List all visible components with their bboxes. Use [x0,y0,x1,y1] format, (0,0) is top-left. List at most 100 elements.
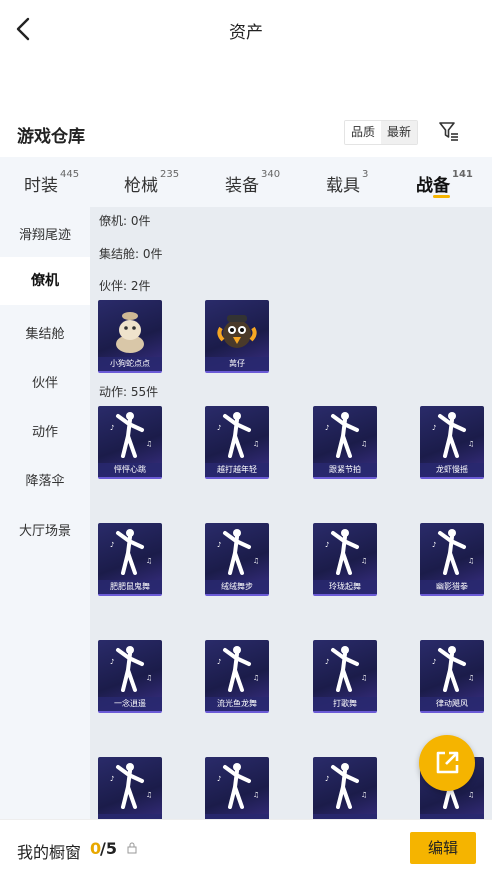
emote-card[interactable]: ♪♫ [313,757,377,819]
sidebar-item-pod[interactable]: 集结舱 [0,323,90,342]
section-label-wingman: 僚机: 0件 [99,214,151,228]
page-title: 资产 [229,23,263,43]
section-label-partner: 伙伴: 2件 [99,279,151,293]
dancer-figure-icon: ♪♫ [110,763,152,809]
sidebar-item-parachute[interactable]: 降落伞 [0,470,90,489]
showcase-bar: 我的橱窗 0 /5 编辑 [0,819,492,876]
showcase-title: 我的橱窗 [17,843,82,862]
dancer-figure-icon: ♪♫ [325,529,367,575]
top-bar: 资产 [0,0,492,58]
dancer-figure-icon: ♪♫ [325,646,367,692]
card-caption: 龙虾慢摇 [420,463,484,477]
svg-text:♪: ♪ [217,424,221,432]
svg-text:♫: ♫ [253,440,259,448]
card-caption: 律动飓风 [420,697,484,711]
svg-text:♪: ♪ [110,775,114,783]
emote-card[interactable]: ♪♫ [205,757,269,819]
filter-icon[interactable] [438,120,460,142]
emote-card[interactable]: ♪ ♫ 越打越年轻 [205,406,269,479]
category-tabs: 时装445 枪械235 装备340 载具3 战备141 [0,157,492,207]
sidebar-item-partner[interactable]: 伙伴 [0,372,90,391]
svg-text:♫: ♫ [361,440,367,448]
sidebar: 滑翔尾迹 僚机 集结舱 伙伴 动作 降落伞 大厅场景 [0,207,90,819]
dancer-figure-icon: ♪♫ [432,529,474,575]
svg-text:♪: ♪ [217,775,221,783]
svg-text:♫: ♫ [253,674,259,682]
svg-text:♪: ♪ [110,541,114,549]
card-caption: 肥肥鼠鬼舞 [98,580,162,594]
svg-text:♫: ♫ [146,440,152,448]
dancer-figure-icon: ♪♫ [110,412,152,458]
showcase-count-total: /5 [100,839,117,858]
svg-text:♫: ♫ [253,557,259,565]
tab-equipment[interactable]: 装备340 [225,169,280,196]
dancer-figure-icon: ♪♫ [217,412,259,458]
partner-card[interactable]: 莴仔 [205,300,269,373]
emote-card[interactable]: ♪ ♫ 玲珑起舞 [313,523,377,596]
svg-text:♫: ♫ [468,440,474,448]
svg-text:♫: ♫ [146,674,152,682]
svg-text:♫: ♫ [361,557,367,565]
dancer-figure-icon: ♪♫ [110,529,152,575]
svg-text:♪: ♪ [217,541,221,549]
dancer-figure-icon: ♪♫ [217,529,259,575]
sidebar-item-lobby-scene[interactable]: 大厅场景 [0,520,90,539]
emote-card[interactable]: ♪ ♫ 怦怦心跳 [98,406,162,479]
dancer-figure-icon: ♪♫ [432,412,474,458]
emote-card[interactable]: ♪ ♫ 打歌舞 [313,640,377,713]
svg-text:♫: ♫ [468,557,474,565]
dancer-figure-icon: ♪♫ [217,763,259,809]
emote-card[interactable]: ♪ ♫ 肥肥鼠鬼舞 [98,523,162,596]
dancer-figure-icon: ♪♫ [325,412,367,458]
svg-text:♪: ♪ [432,658,436,666]
partner-chick-icon [217,315,257,348]
edit-button[interactable]: 编辑 [410,832,476,864]
card-caption: 莴仔 [205,357,269,371]
sort-latest-button[interactable]: 最新 [381,121,418,144]
svg-text:♫: ♫ [253,791,259,799]
sidebar-item-glide-trail[interactable]: 滑翔尾迹 [0,224,90,243]
tab-weapons[interactable]: 枪械235 [124,169,179,196]
lock-icon [127,842,137,854]
svg-text:♪: ♪ [325,775,329,783]
svg-text:♪: ♪ [110,658,114,666]
svg-text:♫: ♫ [146,557,152,565]
partner-card[interactable]: 小狗蛇点点 [98,300,162,373]
active-tab-indicator [433,195,450,198]
partner-doll-icon [116,312,144,353]
tab-tactical[interactable]: 战备141 [416,169,473,196]
emote-card[interactable]: ♪ ♫ 幽影猎拳 [420,523,484,596]
emote-card[interactable]: ♪ ♫ 绒绒舞步 [205,523,269,596]
card-caption: 玲珑起舞 [313,580,377,594]
svg-text:♪: ♪ [432,424,436,432]
svg-text:♪: ♪ [325,541,329,549]
svg-text:♪: ♪ [110,424,114,432]
svg-text:♪: ♪ [325,658,329,666]
tab-vehicles[interactable]: 载具3 [326,169,368,196]
svg-text:♫: ♫ [361,791,367,799]
share-external-icon [436,751,459,774]
dancer-figure-icon: ♪♫ [110,646,152,692]
emote-card[interactable]: ♪ ♫ 跟紧节拍 [313,406,377,479]
warehouse-header: 游戏仓库 品质 最新 [0,115,492,151]
emote-card[interactable]: ♪ ♫ 流光鱼龙舞 [205,640,269,713]
emote-card[interactable]: ♪ ♫ 龙虾慢摇 [420,406,484,479]
sort-quality-button[interactable]: 品质 [345,121,382,144]
section-label-pod: 集结舱: 0件 [99,247,163,261]
sidebar-item-wingman[interactable]: 僚机 [0,257,90,305]
dancer-figure-icon: ♪♫ [325,763,367,809]
dancer-figure-icon: ♪♫ [217,646,259,692]
svg-text:♪: ♪ [217,658,221,666]
tab-fashion[interactable]: 时装445 [24,169,79,196]
share-button[interactable] [419,735,475,791]
card-caption: 幽影猎拳 [420,580,484,594]
svg-text:♪: ♪ [432,541,436,549]
svg-text:♪: ♪ [325,424,329,432]
emote-card[interactable]: ♪♫ [98,757,162,819]
card-caption: 跟紧节拍 [313,463,377,477]
dancer-figure-icon: ♪♫ [432,646,474,692]
emote-card[interactable]: ♪ ♫ 律动飓风 [420,640,484,713]
sidebar-item-emote[interactable]: 动作 [0,421,90,440]
warehouse-title: 游戏仓库 [17,127,85,147]
emote-card[interactable]: ♪ ♫ 一念逍遥 [98,640,162,713]
